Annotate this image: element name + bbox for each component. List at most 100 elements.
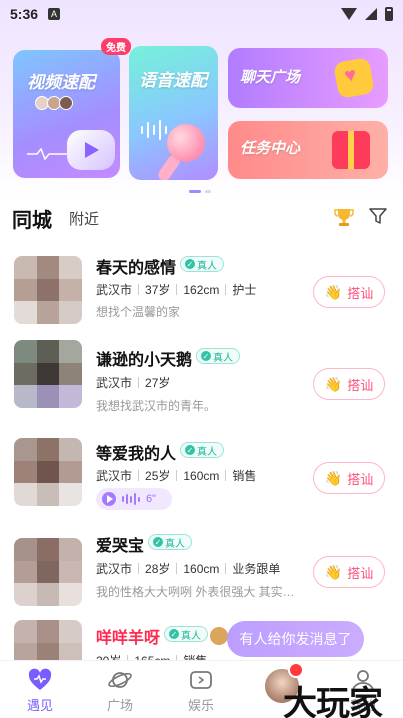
greet-label: 搭讪 — [347, 471, 374, 487]
user-name: 春天的感情 — [96, 260, 177, 277]
check-icon: ✓ — [185, 259, 195, 269]
sound-wave-icon — [141, 120, 167, 140]
user-city: 武汉市 — [96, 469, 133, 483]
user-name: 等爱我的人 — [96, 446, 177, 463]
signal-icon — [365, 8, 377, 20]
user-job: 销售 — [183, 652, 207, 660]
avatar[interactable] — [14, 340, 82, 408]
user-city: 武汉市 — [96, 562, 133, 576]
user-age: 27岁 — [145, 376, 171, 390]
battery-icon — [385, 7, 393, 21]
list-item[interactable]: 谦逊的小天鹅 ✓ 真人 武汉市 27岁 我想找武汉市的青年。 👋 搭讪 — [0, 340, 403, 430]
tv-icon — [190, 671, 212, 689]
heart-icon — [28, 668, 52, 690]
tab-same-city[interactable]: 同城 — [12, 204, 52, 233]
planet-icon — [108, 672, 132, 688]
user-name: 爱哭宝 — [96, 538, 145, 555]
heart-chat-icon — [333, 57, 375, 99]
user-city: 武汉市 — [96, 283, 133, 297]
user-age: 25岁 — [145, 469, 171, 483]
user-meta: 武汉市 28岁 160cm 业务跟单 — [96, 560, 280, 577]
verified-badge: ✓ 真人 — [180, 442, 224, 458]
greet-button[interactable]: 👋 搭讪 — [313, 556, 385, 588]
user-age: 37岁 — [145, 283, 171, 297]
user-meta: 武汉市 37岁 162cm 护士 — [96, 281, 256, 298]
user-name: 谦逊的小天鹅 — [96, 352, 193, 369]
nav-square-label: 广场 — [106, 698, 133, 713]
heartbeat-icon — [27, 148, 71, 160]
new-message-toast[interactable]: 有人给你发消息了 — [227, 621, 364, 657]
verified-badge: ✓ 真人 — [180, 256, 224, 272]
greet-label: 搭讪 — [347, 285, 374, 301]
verified-label: 真人 — [213, 352, 233, 364]
nav-meet-label: 遇见 — [26, 698, 53, 713]
verified-badge: ✓ 真人 — [164, 626, 208, 642]
check-icon: ✓ — [169, 629, 179, 639]
check-icon: ✓ — [153, 537, 163, 547]
user-height: 160cm — [183, 468, 220, 483]
verified-label: 真人 — [197, 446, 217, 458]
user-age: 20岁 — [96, 652, 121, 660]
user-job: 销售 — [232, 469, 257, 483]
status-icons — [341, 7, 393, 21]
filter-icon[interactable] — [368, 206, 388, 226]
user-bio: 我想找武汉市的青年。 — [96, 399, 217, 413]
verified-badge: ✓ 真人 — [196, 348, 240, 364]
nav-fun-label: 娱乐 — [187, 698, 214, 713]
tab-nearby[interactable]: 附近 — [69, 208, 99, 229]
avatar[interactable] — [14, 256, 82, 324]
verified-label: 真人 — [165, 538, 185, 550]
greet-button[interactable]: 👋 搭讪 — [313, 462, 385, 494]
avatar[interactable] — [14, 620, 82, 660]
status-bar: 5:36 A — [0, 0, 403, 28]
trophy-icon[interactable] — [333, 206, 355, 228]
play-icon — [102, 492, 116, 506]
video-match-title: 视频速配 — [27, 73, 95, 92]
status-time: 5:36 — [10, 6, 39, 22]
task-center-card[interactable]: 任务中心 — [228, 121, 388, 179]
notification-icon: A — [48, 8, 61, 20]
gift-icon — [332, 131, 370, 169]
wifi-icon — [341, 8, 357, 20]
video-match-card[interactable]: 视频速配 — [13, 50, 120, 178]
verified-badge: ✓ 真人 — [148, 534, 192, 550]
greet-label: 搭讪 — [347, 565, 374, 581]
user-height: 160cm — [183, 561, 220, 576]
voice-duration: 6" — [146, 493, 157, 505]
watermark-logo: 大玩家 — [283, 684, 383, 718]
verified-label: 真人 — [197, 260, 217, 272]
voice-intro-button[interactable]: 6" — [96, 488, 172, 510]
check-icon: ✓ — [201, 351, 211, 361]
user-age: 28岁 — [145, 562, 171, 576]
list-item[interactable]: 爱哭宝 ✓ 真人 武汉市 28岁 160cm 业务跟单 我的性格大大咧咧 外表很强… — [0, 526, 403, 616]
greet-button[interactable]: 👋 搭讪 — [313, 276, 385, 308]
greet-label: 搭讪 — [347, 377, 374, 393]
user-job: 护士 — [232, 283, 257, 297]
avatar[interactable] — [14, 538, 82, 606]
avatar[interactable] — [14, 438, 82, 506]
voice-match-card[interactable]: 语音速配 — [129, 46, 218, 180]
list-item[interactable]: 等爱我的人 ✓ 真人 武汉市 25岁 160cm 销售 6" 👋 搭讪 — [0, 432, 403, 522]
audio-wave-icon — [122, 493, 140, 505]
play-bubble-icon — [67, 130, 115, 170]
verified-label: 真人 — [181, 630, 201, 642]
wave-hand-icon: 👋 — [324, 469, 343, 486]
wave-hand-icon: 👋 — [324, 283, 343, 300]
chat-square-card[interactable]: 聊天广场 — [228, 48, 388, 108]
carousel-dot — [205, 190, 211, 193]
check-icon: ✓ — [185, 445, 195, 455]
greet-button[interactable]: 👋 搭讪 — [313, 368, 385, 400]
user-meta: 20岁 165cm 销售 — [96, 652, 207, 660]
user-job: 业务跟单 — [232, 562, 281, 576]
nav-fun[interactable]: 娱乐 — [171, 667, 231, 714]
nav-meet[interactable]: 遇见 — [10, 667, 70, 714]
list-item[interactable]: 春天的感情 ✓ 真人 武汉市 37岁 162cm 护士 想找个温馨的家 👋 搭讪 — [0, 248, 403, 338]
microphone-head — [167, 124, 205, 162]
free-badge: 免费 — [101, 38, 131, 55]
carousel-indicator — [189, 190, 211, 193]
nav-square[interactable]: 广场 — [90, 667, 150, 714]
location-tabs: 同城 附近 — [0, 200, 403, 234]
carousel-dot-active — [189, 190, 201, 193]
user-meta: 武汉市 27岁 — [96, 374, 170, 391]
medal-icon — [210, 627, 228, 645]
